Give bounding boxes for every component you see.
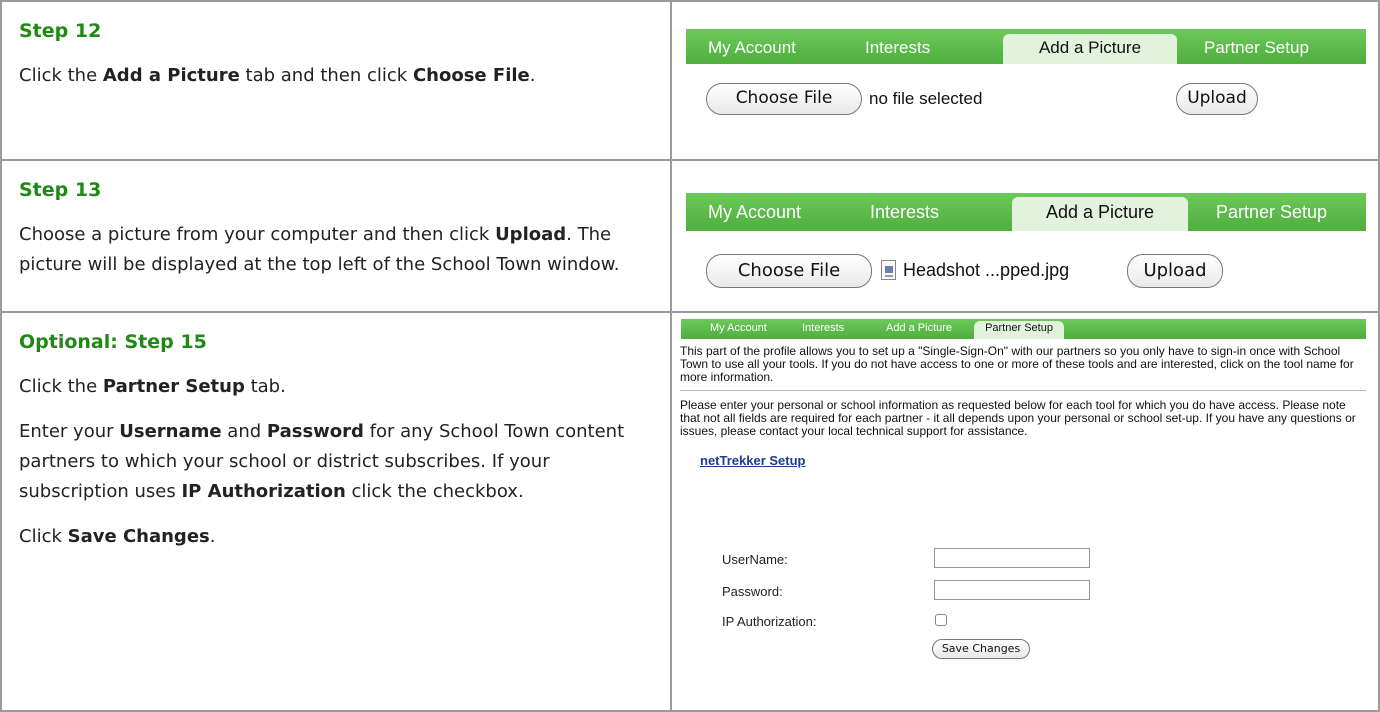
step-instructions: Step 13 Choose a picture from your compu…: [2, 161, 672, 311]
divider: [680, 390, 1366, 391]
emphasis-text: Add a Picture: [102, 65, 240, 86]
body-text: Click: [19, 526, 68, 547]
nettrekker-setup-link[interactable]: netTrekker Setup: [700, 453, 806, 468]
upload-button[interactable]: Upload: [1127, 254, 1223, 288]
profile-tab-bar: My Account Interests Add a Picture Partn…: [681, 319, 1366, 339]
body-text: .: [209, 526, 216, 547]
tab-partner-setup[interactable]: Partner Setup: [1204, 38, 1309, 58]
body-text: tab.: [244, 376, 286, 397]
profile-tab-bar: My Account Interests Add a Picture Partn…: [686, 193, 1366, 231]
partner-instructions-text: Please enter your personal or school inf…: [680, 398, 1356, 438]
password-label: Password:: [722, 584, 783, 599]
step-title: Step 12: [19, 20, 102, 42]
emphasis-text: IP Authorization: [181, 481, 346, 502]
tab-add-picture[interactable]: Add a Picture: [886, 322, 952, 334]
step-paragraph: Choose a picture from your computer and …: [19, 220, 653, 280]
tab-interests[interactable]: Interests: [870, 202, 939, 223]
choose-file-button[interactable]: Choose File: [706, 254, 872, 288]
step-screenshot: [674, 161, 1378, 311]
tab-my-account[interactable]: My Account: [710, 322, 767, 334]
username-label: UserName:: [722, 552, 788, 567]
selected-file-name: Headshot ...pped.jpg: [903, 260, 1070, 280]
profile-tab-bar: My Account Interests Add a Picture Partn…: [686, 29, 1366, 64]
step-paragraph: Click Save Changes.: [19, 522, 653, 552]
body-text: .: [529, 65, 536, 86]
step-paragraph: Click the Partner Setup tab.: [19, 372, 653, 402]
upload-button[interactable]: Upload: [1176, 83, 1258, 115]
body-text: Click the: [19, 65, 103, 86]
emphasis-text: Choose File: [412, 65, 530, 86]
step-row-12: Step 12 Click the Add a Picture tab and …: [2, 2, 1378, 161]
partner-intro-text: This part of the profile allows you to s…: [680, 344, 1354, 384]
emphasis-text: Partner Setup: [102, 376, 245, 397]
step-instructions: Step 12 Click the Add a Picture tab and …: [2, 2, 672, 159]
emphasis-text: Username: [119, 421, 222, 442]
body-text: click the checkbox.: [345, 481, 524, 502]
step-title: Optional: Step 15: [19, 331, 207, 353]
tab-add-picture[interactable]: Add a Picture: [1003, 34, 1177, 64]
step-row-13: Step 13 Choose a picture from your compu…: [2, 161, 1378, 313]
emphasis-text: Save Changes: [67, 526, 210, 547]
body-text: tab and then click: [239, 65, 413, 86]
tab-my-account[interactable]: My Account: [708, 38, 796, 58]
step-title: Step 13: [19, 179, 102, 201]
tab-partner-setup[interactable]: Partner Setup: [974, 321, 1064, 339]
tab-interests[interactable]: Interests: [865, 38, 930, 58]
emphasis-text: Password: [266, 421, 364, 442]
tab-add-picture[interactable]: Add a Picture: [1012, 197, 1188, 231]
password-input[interactable]: [934, 580, 1090, 600]
body-text: Choose a picture from your computer and …: [19, 224, 496, 245]
ip-authorization-label: IP Authorization:: [722, 614, 817, 629]
step-screenshot: [674, 2, 1378, 159]
choose-file-button[interactable]: Choose File: [706, 83, 862, 115]
emphasis-text: Upload: [495, 224, 567, 245]
step-instructions: Optional: Step 15 Click the Partner Setu…: [2, 313, 672, 712]
tab-my-account[interactable]: My Account: [708, 202, 801, 223]
save-changes-button[interactable]: Save Changes: [932, 639, 1030, 659]
tab-partner-setup[interactable]: Partner Setup: [1216, 202, 1327, 223]
image-file-icon: [881, 260, 896, 280]
username-input[interactable]: [934, 548, 1090, 568]
no-file-selected-text: no file selected: [869, 89, 983, 108]
ip-authorization-checkbox[interactable]: [935, 614, 947, 626]
body-text: Click the: [19, 376, 103, 397]
body-text: Enter your: [19, 421, 120, 442]
body-text: and: [221, 421, 267, 442]
step-paragraph: Click the Add a Picture tab and then cli…: [19, 61, 653, 91]
tab-interests[interactable]: Interests: [802, 322, 844, 334]
step-paragraph: Enter your Username and Password for any…: [19, 417, 653, 507]
